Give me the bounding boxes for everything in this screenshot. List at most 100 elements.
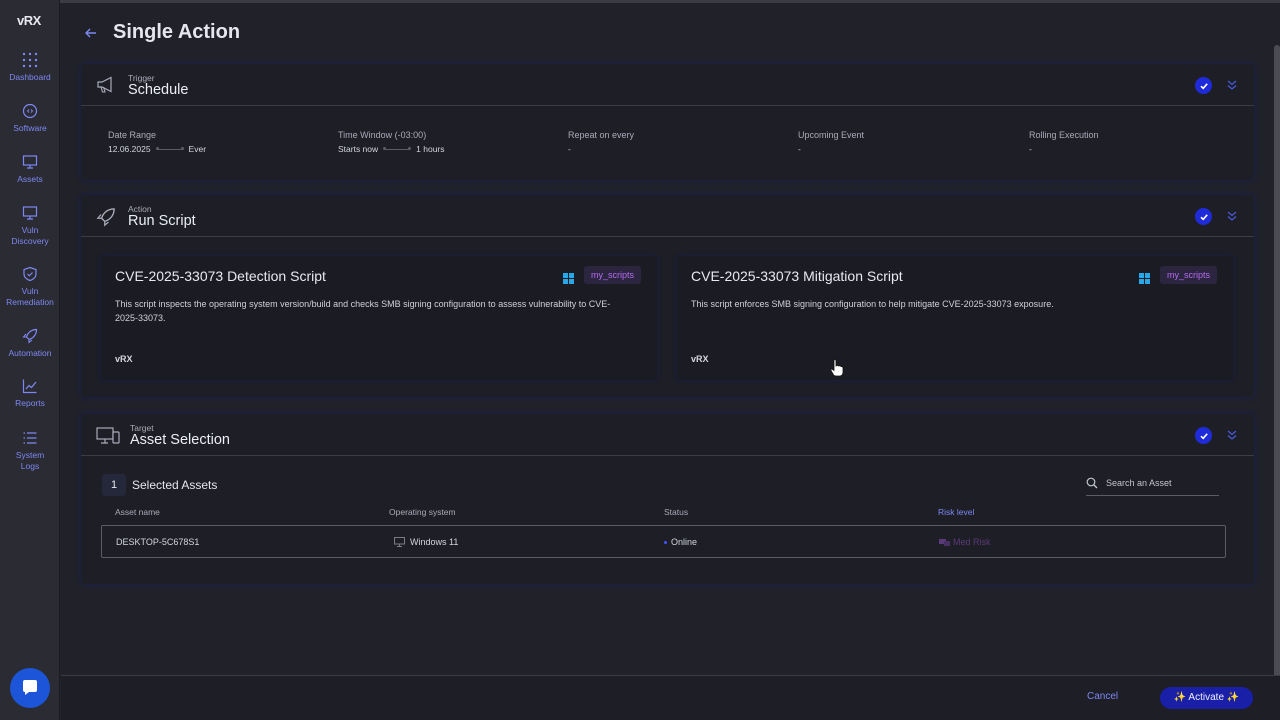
check-icon bbox=[1195, 208, 1212, 225]
risk-cell: Med Risk bbox=[939, 537, 991, 547]
activate-button[interactable]: ✨ Activate ✨ bbox=[1160, 687, 1253, 709]
sidebar-item-assets[interactable]: Assets bbox=[0, 154, 60, 185]
upcoming-value: - bbox=[798, 144, 801, 154]
selected-count-badge: 1 bbox=[102, 474, 126, 496]
chat-button[interactable] bbox=[10, 668, 50, 708]
megaphone-icon bbox=[96, 76, 116, 99]
sidebar-item-label: Software bbox=[13, 123, 47, 133]
script-description: This script inspects the operating syste… bbox=[115, 299, 611, 323]
table-row[interactable]: DESKTOP-5C678S1 Windows 11 Online Med Ri… bbox=[101, 525, 1226, 558]
risk-icon bbox=[939, 538, 950, 546]
monitor-icon bbox=[22, 155, 38, 169]
script-tag: my_scripts bbox=[584, 266, 642, 284]
page-title: Single Action bbox=[113, 21, 241, 43]
status-value: Online bbox=[671, 537, 698, 547]
column-header-asset-name[interactable]: Asset name bbox=[115, 507, 160, 517]
script-description: This script enforces SMB signing configu… bbox=[691, 299, 1054, 309]
time-window-end: 1 hours bbox=[416, 144, 445, 154]
rocket-icon bbox=[22, 328, 38, 344]
upcoming-event: Upcoming Event - bbox=[798, 130, 864, 154]
sidebar-item-label: Assets bbox=[17, 174, 43, 184]
column-header-risk-level[interactable]: Risk level bbox=[938, 507, 974, 517]
chevron-double-down-icon[interactable] bbox=[1226, 78, 1238, 96]
sidebar-item-label: Vuln Remediation bbox=[6, 286, 54, 307]
arrow-left-icon bbox=[85, 28, 96, 38]
asset-name-cell: DESKTOP-5C678S1 bbox=[116, 537, 200, 547]
rolling-execution: Rolling Execution - bbox=[1029, 130, 1099, 154]
selected-assets-title: Selected Assets bbox=[132, 478, 218, 492]
upcoming-label: Upcoming Event bbox=[798, 130, 865, 140]
trigger-panel: Trigger Schedule Date Range 12.06.2025 E… bbox=[81, 64, 1254, 180]
date-range-end: Ever bbox=[188, 144, 207, 154]
chevron-double-down-icon[interactable] bbox=[1226, 209, 1238, 227]
monitor-icon bbox=[394, 537, 405, 547]
panel-title: Asset Selection bbox=[130, 432, 230, 448]
check-icon bbox=[1195, 77, 1212, 94]
target-panel-header[interactable]: Target Asset Selection bbox=[81, 414, 1254, 456]
search-placeholder: Search an Asset bbox=[1106, 477, 1172, 488]
sidebar-item-vuln-discovery[interactable]: Vuln Discovery bbox=[0, 205, 60, 247]
range-connector bbox=[383, 147, 412, 150]
script-tag: my_scripts bbox=[1160, 266, 1218, 284]
chat-icon bbox=[23, 680, 37, 695]
cancel-button[interactable]: Cancel bbox=[1087, 691, 1118, 702]
column-header-status[interactable]: Status bbox=[664, 507, 688, 517]
selected-assets-header: 1 Selected Assets bbox=[102, 474, 217, 496]
sidebar-item-label: Reports bbox=[15, 398, 45, 408]
software-icon bbox=[22, 103, 38, 119]
sidebar-item-label: Dashboard bbox=[9, 72, 51, 82]
column-header-os[interactable]: Operating system bbox=[389, 507, 456, 517]
sidebar-item-label: Automation bbox=[8, 348, 52, 358]
list-icon bbox=[23, 432, 37, 444]
repeat-label: Repeat on every bbox=[568, 130, 635, 140]
risk-value: Med Risk bbox=[953, 537, 991, 547]
trigger-panel-header[interactable]: Trigger Schedule bbox=[81, 64, 1254, 106]
main-content: Single Action Trigger Schedule Date Rang… bbox=[61, 0, 1280, 720]
script-card-mitigation[interactable]: CVE-2025-33073 Mitigation Script my_scri… bbox=[677, 256, 1233, 380]
panel-title: Run Script bbox=[128, 213, 196, 229]
sidebar-item-label: Vuln Discovery bbox=[11, 225, 49, 246]
sidebar-item-dashboard[interactable]: Dashboard bbox=[0, 52, 60, 83]
os-cell: Windows 11 bbox=[394, 537, 458, 547]
rolling-value: - bbox=[1029, 144, 1032, 154]
time-window-label: Time Window (-03:00) bbox=[338, 130, 427, 140]
sidebar-item-reports[interactable]: Reports bbox=[0, 378, 60, 409]
vrx-logo: vRX bbox=[691, 354, 709, 364]
sidebar: vRX Dashboard Software Assets Vuln Disco… bbox=[0, 0, 60, 720]
date-range-label: Date Range bbox=[108, 130, 157, 140]
app-logo[interactable]: vRX bbox=[17, 13, 41, 28]
vrx-logo: vRX bbox=[115, 354, 133, 364]
cursor-pointer-icon bbox=[830, 359, 844, 377]
check-icon bbox=[1195, 427, 1212, 444]
footer-bar: Cancel ✨ Activate ✨ bbox=[61, 675, 1280, 720]
rolling-label: Rolling Execution bbox=[1029, 130, 1099, 140]
windows-icon bbox=[563, 271, 574, 289]
time-window: Time Window (-03:00) Starts now 1 hours bbox=[338, 130, 445, 154]
action-panel-header[interactable]: Action Run Script bbox=[81, 195, 1254, 237]
sidebar-item-software[interactable]: Software bbox=[0, 103, 60, 134]
rocket-icon bbox=[96, 207, 116, 232]
script-card-detection[interactable]: CVE-2025-33073 Detection Script my_scrip… bbox=[101, 256, 657, 380]
target-panel: Target Asset Selection bbox=[81, 414, 1254, 584]
search-asset-input[interactable]: Search an Asset bbox=[1086, 470, 1219, 496]
sidebar-item-vuln-remediation[interactable]: Vuln Remediation bbox=[0, 266, 60, 308]
back-button[interactable] bbox=[81, 23, 101, 43]
status-dot bbox=[664, 540, 667, 544]
sidebar-item-automation[interactable]: Automation bbox=[0, 328, 60, 359]
grid-dots-icon bbox=[22, 52, 38, 68]
repeat-on-every: Repeat on every - bbox=[568, 130, 634, 154]
repeat-value: - bbox=[568, 144, 571, 154]
time-window-start: Starts now bbox=[338, 144, 379, 154]
status-cell: Online bbox=[664, 537, 697, 547]
date-range-start: 12.06.2025 bbox=[108, 144, 151, 154]
script-title: CVE-2025-33073 Detection Script bbox=[115, 268, 326, 284]
scrollbar[interactable] bbox=[1274, 45, 1280, 685]
range-connector bbox=[155, 147, 184, 150]
search-icon bbox=[1086, 477, 1098, 488]
reports-icon bbox=[22, 379, 37, 394]
sidebar-item-system-logs[interactable]: System Logs bbox=[0, 430, 60, 472]
shield-icon bbox=[23, 266, 37, 282]
script-title: CVE-2025-33073 Mitigation Script bbox=[691, 268, 903, 284]
chevron-double-down-icon[interactable] bbox=[1226, 428, 1238, 446]
os-value: Windows 11 bbox=[410, 537, 459, 547]
